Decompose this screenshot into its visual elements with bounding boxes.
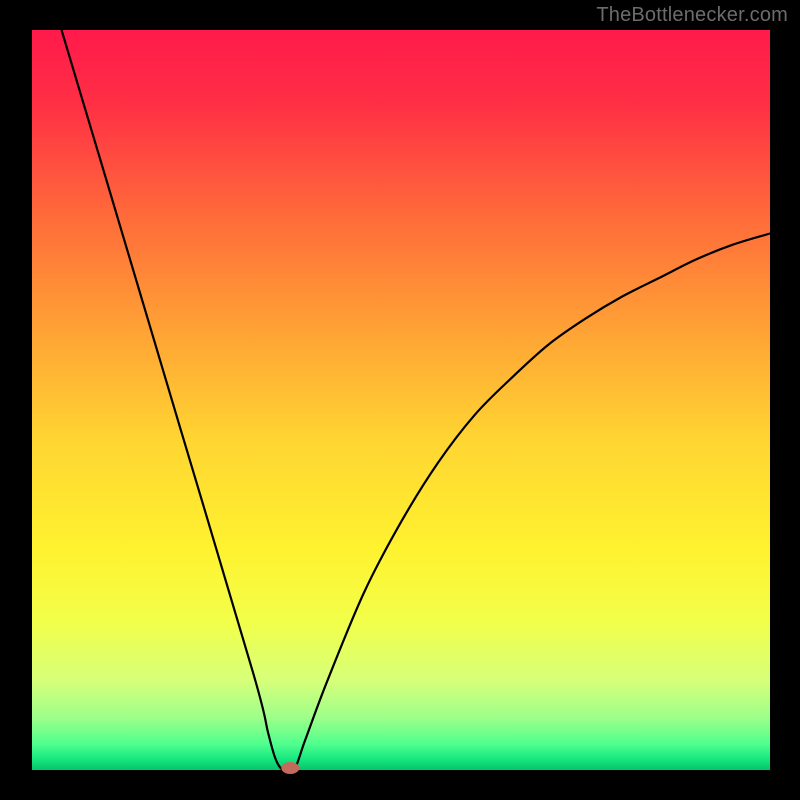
minimum-marker — [281, 762, 299, 774]
chart-frame: TheBottlenecker.com — [0, 0, 800, 800]
plot-area — [32, 30, 770, 770]
watermark-text: TheBottlenecker.com — [596, 4, 788, 27]
bottleneck-chart — [0, 0, 800, 800]
